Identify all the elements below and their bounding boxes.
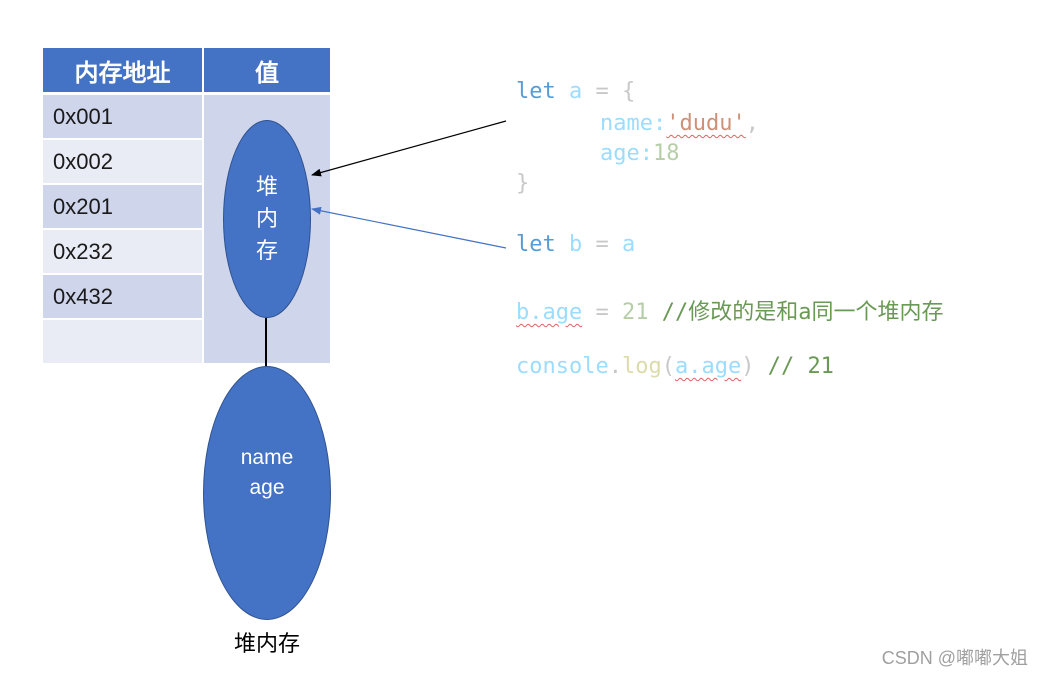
heap-object-ellipse: name age xyxy=(203,366,331,620)
code-operator: = xyxy=(595,79,609,104)
heap-reference-ellipse: 堆 内 存 xyxy=(223,120,311,318)
code-line-5: let b = a xyxy=(516,232,635,257)
code-function: log xyxy=(621,354,662,379)
code-keyword: let xyxy=(516,232,556,257)
code-variable: a xyxy=(569,79,583,104)
heap-reference-label: 堆 内 存 xyxy=(255,174,278,263)
code-keyword: let xyxy=(516,79,556,104)
code-operator: = xyxy=(595,300,609,325)
code-brace: } xyxy=(516,171,530,196)
heap-field-name: name xyxy=(240,446,294,469)
code-number: 18 xyxy=(652,141,680,166)
code-number: 21 xyxy=(621,300,649,325)
code-paren-close: ) xyxy=(741,354,755,379)
code-key: age: xyxy=(600,141,653,166)
code-line-7: console.log(a.age) // 21 xyxy=(516,354,834,379)
code-line-3: age:18 xyxy=(600,141,679,166)
code-variable: b xyxy=(569,232,583,257)
code-key: name: xyxy=(600,111,667,136)
code-string: 'dudu' xyxy=(666,111,746,136)
code-comment: // 21 xyxy=(767,354,834,379)
heap-caption: 堆内存 xyxy=(234,631,301,656)
code-value: a xyxy=(622,232,636,257)
code-line-6: b.age = 21 //修改的是和a同一个堆内存 xyxy=(516,294,943,326)
code-line-1: let a = { xyxy=(516,79,635,104)
code-line-2: name:'dudu', xyxy=(600,111,759,136)
code-line-4: } xyxy=(516,171,529,196)
pointer-arrow-b xyxy=(311,206,507,249)
code-dot: . xyxy=(608,354,622,379)
code-argument: a.age xyxy=(674,354,742,379)
code-lhs: b.age xyxy=(516,300,583,325)
watermark: CSDN @嘟嘟大姐 xyxy=(881,648,1028,668)
heap-field-age: age xyxy=(249,476,285,499)
code-operator: = xyxy=(595,232,609,257)
code-paren-open: ( xyxy=(661,354,675,379)
code-comma: , xyxy=(745,111,759,136)
code-comment: //修改的是和a同一个堆内存 xyxy=(661,300,944,325)
code-brace: { xyxy=(622,79,636,104)
pointer-arrow-a xyxy=(311,120,507,177)
code-object: console xyxy=(516,354,609,379)
